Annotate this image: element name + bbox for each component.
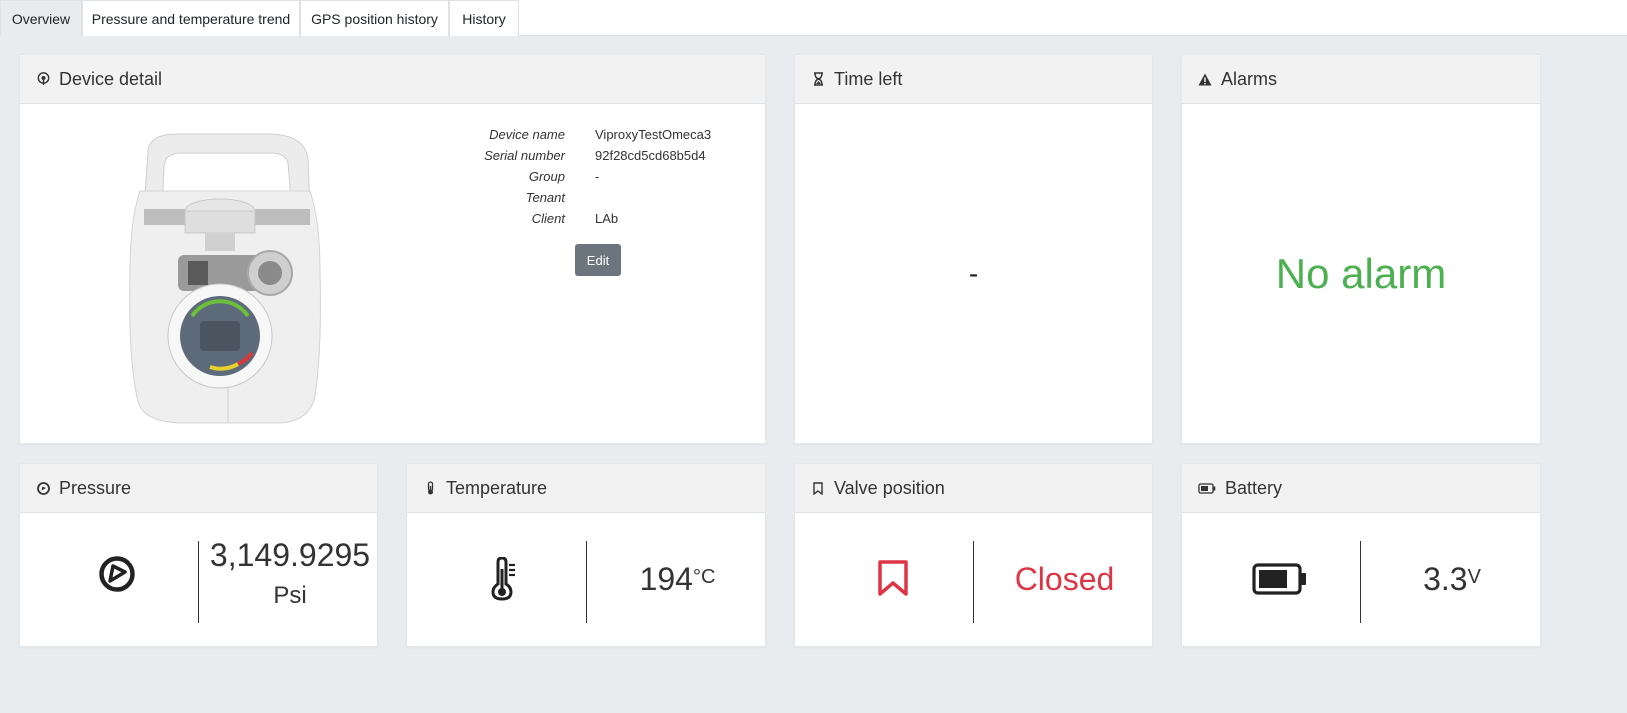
pressure-header: Pressure [20, 464, 377, 513]
battery-value: 3.3V [1362, 561, 1542, 597]
device-detail-card: Device detail Device name ViproxyTestOme… [19, 54, 766, 444]
tab-bar: Overview Pressure and temperature trend … [0, 0, 1627, 36]
pressure-gauge-icon [99, 556, 135, 592]
pressure-card: Pressure 3,149.9295 Psi [19, 463, 378, 647]
edit-button[interactable]: Edit [575, 244, 621, 276]
tab-history[interactable]: History [449, 0, 519, 36]
tenant-label: Tenant [525, 190, 565, 205]
alarms-title: Alarms [1221, 68, 1278, 89]
device-name-label: Device name [489, 127, 565, 142]
device-name-row: Device name ViproxyTestOmeca3 [445, 124, 711, 145]
serial-number-value: 92f28cd5cd68b5d4 [595, 148, 706, 163]
battery-card: Battery 3.3V [1181, 463, 1541, 647]
group-value: - [595, 169, 600, 184]
tab-pressure-temperature-trend[interactable]: Pressure and temperature trend [82, 0, 300, 36]
temperature-title: Temperature [446, 477, 548, 498]
device-detail-title: Device detail [59, 68, 163, 89]
device-details-list: Device name ViproxyTestOmeca3 Serial num… [445, 124, 711, 229]
tenant-row: Tenant [445, 187, 711, 208]
battery-voltage: 3.3 [1423, 561, 1468, 597]
time-left-title: Time left [834, 68, 903, 89]
group-row: Group - [445, 166, 711, 187]
valve-position-title: Valve position [834, 477, 945, 498]
valve-bookmark-icon [878, 560, 908, 596]
battery-level-icon [1252, 563, 1306, 595]
device-detail-header: Device detail [20, 55, 765, 104]
temperature-thermometer-icon [491, 557, 515, 601]
battery-icon [1198, 481, 1216, 495]
temperature-card: Temperature 194°C [406, 463, 766, 647]
client-value: LAb [595, 211, 619, 226]
temperature-header: Temperature [407, 464, 765, 513]
tab-gps-position-history[interactable]: GPS position history [300, 0, 449, 36]
alarm-status-text: No alarm [1275, 249, 1447, 297]
battery-title: Battery [1225, 477, 1283, 498]
device-image [129, 133, 321, 424]
time-left-header: Time left [795, 55, 1152, 104]
time-left-value: - [968, 257, 979, 289]
device-name-value: ViproxyTestOmeca3 [595, 127, 712, 142]
pressure-unit: Psi [273, 582, 307, 609]
battery-unit: V [1467, 566, 1481, 588]
alarms-header: Alarms [1182, 55, 1540, 104]
alarms-card: Alarms No alarm [1181, 54, 1541, 444]
time-left-card: Time left - [794, 54, 1153, 444]
gauge-icon [36, 481, 50, 495]
serial-number-row: Serial number 92f28cd5cd68b5d4 [445, 145, 711, 166]
pressure-value: 3,149.9295 [209, 537, 371, 573]
serial-number-label: Serial number [484, 148, 565, 163]
warning-icon [1198, 72, 1212, 86]
battery-header: Battery [1182, 464, 1540, 513]
client-row: Client LAb [445, 208, 711, 229]
valve-position-card: Valve position Closed [794, 463, 1153, 647]
valve-position-value: Closed [1014, 561, 1115, 597]
bookmark-icon [811, 481, 825, 495]
device-detail-icon [36, 72, 50, 86]
temperature-number: 194 [639, 561, 693, 597]
tab-overview[interactable]: Overview [0, 0, 82, 36]
temperature-value: 194°C [588, 561, 767, 597]
temperature-unit: °C [692, 566, 716, 588]
hourglass-icon [811, 72, 825, 86]
valve-position-header: Valve position [795, 464, 1152, 513]
group-label: Group [528, 169, 565, 184]
client-label: Client [531, 211, 565, 226]
pressure-title: Pressure [59, 477, 132, 498]
thermometer-icon [423, 481, 437, 495]
